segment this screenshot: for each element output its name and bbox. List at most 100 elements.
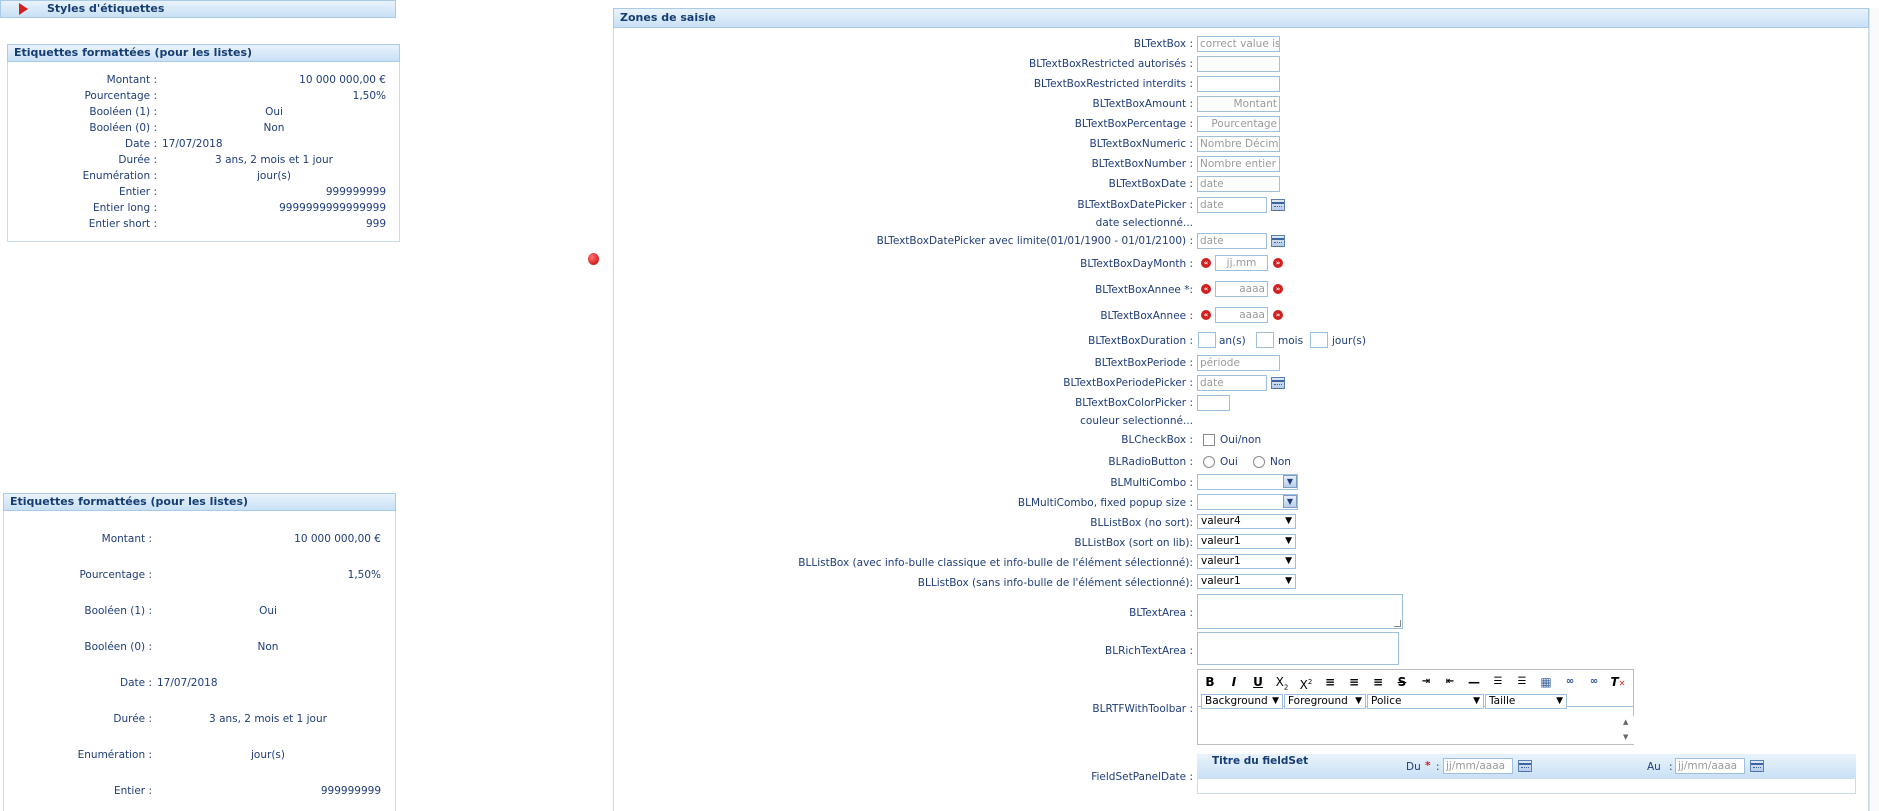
formatted-row-label: Enumération : bbox=[77, 749, 152, 761]
percentage-label: BLTextBoxPercentage : bbox=[1074, 118, 1193, 130]
date-label: BLTextBoxDate : bbox=[1108, 178, 1193, 190]
calendar-icon[interactable] bbox=[1271, 235, 1285, 247]
daymonth-input[interactable]: jj.mm bbox=[1215, 255, 1268, 271]
periodepicker-input[interactable]: date bbox=[1197, 375, 1267, 391]
listbox-noinfo-select[interactable]: valeur1 ▼ bbox=[1197, 574, 1296, 589]
italic-icon[interactable]: I bbox=[1225, 673, 1243, 691]
image-icon[interactable]: ▦ bbox=[1537, 673, 1555, 691]
radio-non-label: Non bbox=[1270, 456, 1291, 468]
annee-input[interactable]: aaaa bbox=[1215, 307, 1268, 323]
listbox-nosort-select[interactable]: valeur4 ▼ bbox=[1197, 514, 1296, 529]
unlink-icon[interactable]: ∞ bbox=[1585, 673, 1603, 691]
align-right-icon[interactable]: ≡ bbox=[1369, 673, 1387, 691]
checkbox-label: BLCheckBox : bbox=[1121, 434, 1193, 446]
datepicker-input[interactable]: date bbox=[1197, 197, 1267, 213]
duration-years-input[interactable] bbox=[1198, 332, 1216, 348]
colorpicker-label: BLTextBoxColorPicker : bbox=[1075, 397, 1193, 409]
listbox-info-label: BLListBox (avec info-bulle classique et … bbox=[798, 557, 1193, 569]
colorpicker-selected-text: couleur selectionné... bbox=[1080, 415, 1193, 427]
listbox-info-select[interactable]: valeur1 ▼ bbox=[1197, 554, 1296, 569]
taille-label: Taille bbox=[1489, 695, 1516, 707]
chevron-down-icon: ▼ bbox=[1473, 696, 1480, 706]
numbered-list-icon[interactable]: ☰ bbox=[1489, 673, 1507, 691]
formatted-row-label: Booléen (0) : bbox=[89, 122, 157, 134]
restricted-allowed-input[interactable] bbox=[1197, 56, 1280, 72]
formatted-row-value: 1,50% bbox=[352, 90, 386, 102]
amount-input[interactable]: Montant bbox=[1197, 96, 1280, 112]
restricted-forbidden-input[interactable] bbox=[1197, 76, 1280, 92]
calendar-icon[interactable] bbox=[1271, 377, 1285, 389]
calendar-icon[interactable] bbox=[1750, 760, 1764, 772]
checkbox-text: Oui/non bbox=[1220, 434, 1262, 446]
scroll-down-icon[interactable]: ▼ bbox=[1623, 733, 1628, 741]
percentage-input[interactable]: Pourcentage bbox=[1197, 116, 1280, 132]
annee-required-input[interactable]: aaaa bbox=[1215, 281, 1268, 297]
indent-icon[interactable]: ⇥ bbox=[1417, 673, 1435, 691]
fieldset-du-colon: : bbox=[1436, 761, 1440, 773]
numeric-input[interactable]: Nombre Décimal bbox=[1197, 136, 1280, 152]
horizontal-rule-icon[interactable]: — bbox=[1465, 673, 1483, 691]
police-dropdown[interactable]: Police ▼ bbox=[1367, 694, 1484, 709]
colorpicker-input[interactable] bbox=[1197, 395, 1230, 411]
listbox-sortlib-select[interactable]: valeur1 ▼ bbox=[1197, 534, 1296, 549]
expand-arrow-icon[interactable] bbox=[19, 3, 28, 15]
listbox-noinfo-value: valeur1 bbox=[1201, 575, 1241, 587]
restricted-forbidden-label: BLTextBoxRestricted interdits : bbox=[1033, 78, 1193, 90]
chevron-down-icon: ▼ bbox=[1355, 696, 1362, 706]
formatted-row-value: 1,50% bbox=[347, 569, 381, 581]
next-icon[interactable]: » bbox=[1273, 310, 1283, 320]
resize-handle-icon[interactable] bbox=[1394, 620, 1401, 627]
radio-oui[interactable] bbox=[1203, 456, 1215, 468]
duration-days-input[interactable] bbox=[1310, 332, 1328, 348]
underline-icon[interactable]: U bbox=[1249, 673, 1267, 691]
background-dropdown[interactable]: Background ▼ bbox=[1201, 694, 1283, 709]
fieldset-au-colon: : bbox=[1669, 761, 1673, 773]
clear-format-icon[interactable]: T✕ bbox=[1609, 673, 1627, 691]
chevron-down-icon[interactable]: ▼ bbox=[1283, 495, 1297, 508]
align-left-icon[interactable]: ≡ bbox=[1321, 673, 1339, 691]
periode-input[interactable]: période bbox=[1197, 355, 1280, 371]
align-center-icon[interactable]: ≡ bbox=[1345, 673, 1363, 691]
chevron-down-icon: ▼ bbox=[1272, 696, 1279, 706]
formatted-row-value: 999999999 bbox=[325, 186, 386, 198]
next-icon[interactable]: » bbox=[1273, 258, 1283, 268]
outdent-icon[interactable]: ⇤ bbox=[1441, 673, 1459, 691]
next-icon[interactable]: » bbox=[1273, 284, 1283, 294]
datepicker-limit-input[interactable]: date bbox=[1197, 233, 1267, 249]
right-scrollbar[interactable] bbox=[1869, 8, 1879, 811]
duration-days-unit: jour(s) bbox=[1332, 335, 1366, 347]
fieldset-du-input[interactable]: jj/mm/aaaa bbox=[1443, 758, 1513, 774]
bulleted-list-icon[interactable]: ☰ bbox=[1513, 673, 1531, 691]
bltextbox-input[interactable]: correct value is bbox=[1197, 36, 1280, 52]
subscript-icon[interactable]: X2 bbox=[1273, 673, 1291, 691]
richtextarea-input[interactable] bbox=[1197, 632, 1399, 665]
radio-non[interactable] bbox=[1253, 456, 1265, 468]
previous-icon[interactable]: « bbox=[1201, 284, 1211, 294]
rtf-scrollbar[interactable]: ▲ ▼ bbox=[1620, 716, 1634, 744]
styles-header[interactable]: Styles d'étiquettes bbox=[0, 0, 396, 18]
chevron-down-icon[interactable]: ▼ bbox=[1283, 475, 1297, 488]
multicombo-select[interactable]: ▼ bbox=[1197, 474, 1298, 490]
ouinon-checkbox[interactable] bbox=[1203, 434, 1215, 446]
listbox-info-value: valeur1 bbox=[1201, 555, 1241, 567]
number-input[interactable]: Nombre entier bbox=[1197, 156, 1280, 172]
scroll-up-icon[interactable]: ▲ bbox=[1623, 718, 1628, 726]
multicombo-fixed-select[interactable]: ▼ bbox=[1197, 494, 1298, 510]
calendar-icon[interactable] bbox=[1271, 199, 1285, 211]
bold-icon[interactable]: B bbox=[1201, 673, 1219, 691]
formatted-row-value: 3 ans, 2 mois et 1 jour bbox=[209, 713, 327, 725]
calendar-icon[interactable] bbox=[1518, 760, 1532, 772]
taille-dropdown[interactable]: Taille ▼ bbox=[1485, 694, 1567, 709]
previous-icon[interactable]: « bbox=[1201, 258, 1211, 268]
textarea-input[interactable] bbox=[1197, 594, 1403, 629]
fieldset-du-label: Du bbox=[1406, 761, 1421, 773]
foreground-dropdown[interactable]: Foreground ▼ bbox=[1284, 694, 1366, 709]
superscript-icon[interactable]: X2 bbox=[1297, 673, 1315, 692]
strikethrough-icon[interactable]: S bbox=[1393, 673, 1411, 691]
date-input[interactable]: date bbox=[1197, 176, 1280, 192]
fieldset-au-input[interactable]: jj/mm/aaaa bbox=[1675, 758, 1745, 774]
duration-months-input[interactable] bbox=[1256, 332, 1274, 348]
previous-icon[interactable]: « bbox=[1201, 310, 1211, 320]
formatted-row-label: Booléen (0) : bbox=[84, 641, 152, 653]
link-icon[interactable]: ∞ bbox=[1561, 673, 1579, 691]
